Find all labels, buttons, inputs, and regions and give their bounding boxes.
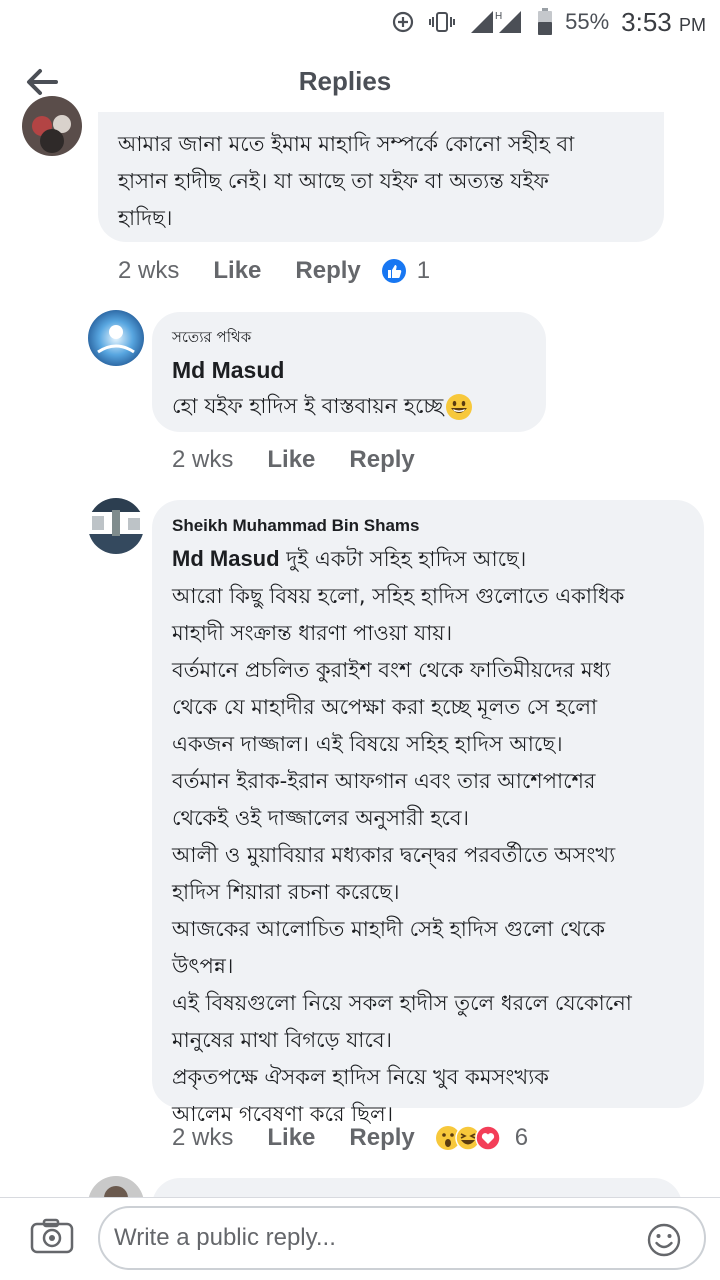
camera-icon — [30, 1218, 74, 1254]
comment-bubble[interactable]: আমার জানা মতে ইমাম মাহাদি সম্পর্কে কোনো … — [98, 112, 664, 242]
like-button[interactable]: Like — [267, 446, 315, 474]
mention-link[interactable]: Md Masud — [172, 546, 280, 571]
comment-text: আমার জানা মতে ইমাম মাহাদি সম্পর্কে কোনো … — [118, 132, 575, 230]
header: Replies — [0, 52, 720, 112]
author-flair: সত্যের পথিক — [172, 328, 252, 346]
avatar[interactable] — [88, 498, 144, 554]
comment-bubble[interactable]: সত্যের পথিক Md Masud হো যইফ হাদিস ই বাস্… — [152, 312, 546, 432]
page-title: Replies — [298, 66, 392, 96]
reply-button[interactable]: Reply — [349, 1124, 414, 1152]
comment-author[interactable]: Md Masud — [172, 357, 532, 384]
battery-icon — [537, 8, 553, 36]
avatar[interactable] — [88, 310, 144, 366]
reply-placeholder: Write a public reply... — [114, 1224, 336, 1251]
avatar[interactable] — [22, 96, 82, 156]
like-reaction-icon — [381, 259, 406, 283]
data-saver-icon — [391, 10, 415, 34]
comment-text: হো যইফ হাদিস ই বাস্তবায়ন হচ্ছে — [172, 394, 444, 418]
comment-time[interactable]: 2 wks — [118, 257, 179, 285]
reply-button[interactable]: Reply — [349, 446, 414, 474]
comment-author[interactable]: Sheikh Muhammad Bin Shams — [172, 516, 692, 536]
signal-icon: H — [469, 9, 525, 35]
comment-time[interactable]: 2 wks — [172, 1124, 233, 1152]
like-button[interactable]: Like — [267, 1124, 315, 1152]
reply-composer: Write a public reply... — [0, 1198, 720, 1280]
love-reaction-icon — [475, 1125, 501, 1151]
reaction-count: 1 — [416, 257, 431, 284]
comment-actions: 2 wks Like Reply — [172, 446, 449, 474]
smiley-icon — [647, 1223, 681, 1257]
status-bar: H 55% 3:53 PM — [0, 0, 720, 44]
reactions[interactable]: 6 — [435, 1124, 528, 1152]
reply-button[interactable]: Reply — [295, 257, 360, 285]
comment-text: আরো কিছু বিষয় হলো, সহিহ হাদিস গুলোতে এক… — [172, 584, 632, 1126]
comment-first-line: Md Masud দুই একটা সহিহ হাদিস আছে। — [172, 546, 527, 571]
like-button[interactable]: Like — [213, 257, 261, 285]
comment-actions: 2 wks Like Reply 6 — [172, 1124, 528, 1152]
svg-text:H: H — [495, 11, 502, 22]
comment-time[interactable]: 2 wks — [172, 446, 233, 474]
clock: 3:53 PM — [621, 6, 706, 37]
reactions[interactable]: 1 — [381, 257, 430, 285]
grinning-emoji-icon — [446, 393, 473, 420]
vibrate-icon — [427, 10, 457, 34]
emoji-button[interactable] — [646, 1222, 682, 1258]
reply-input[interactable]: Write a public reply... — [98, 1206, 706, 1270]
reaction-count: 6 — [514, 1124, 529, 1151]
comment-bubble[interactable]: Sheikh Muhammad Bin Shams Md Masud দুই এ… — [152, 500, 704, 1126]
camera-button[interactable] — [30, 1218, 74, 1254]
battery-percent: 55% — [565, 9, 610, 34]
comment-actions: 2 wks Like Reply 1 — [118, 257, 430, 285]
